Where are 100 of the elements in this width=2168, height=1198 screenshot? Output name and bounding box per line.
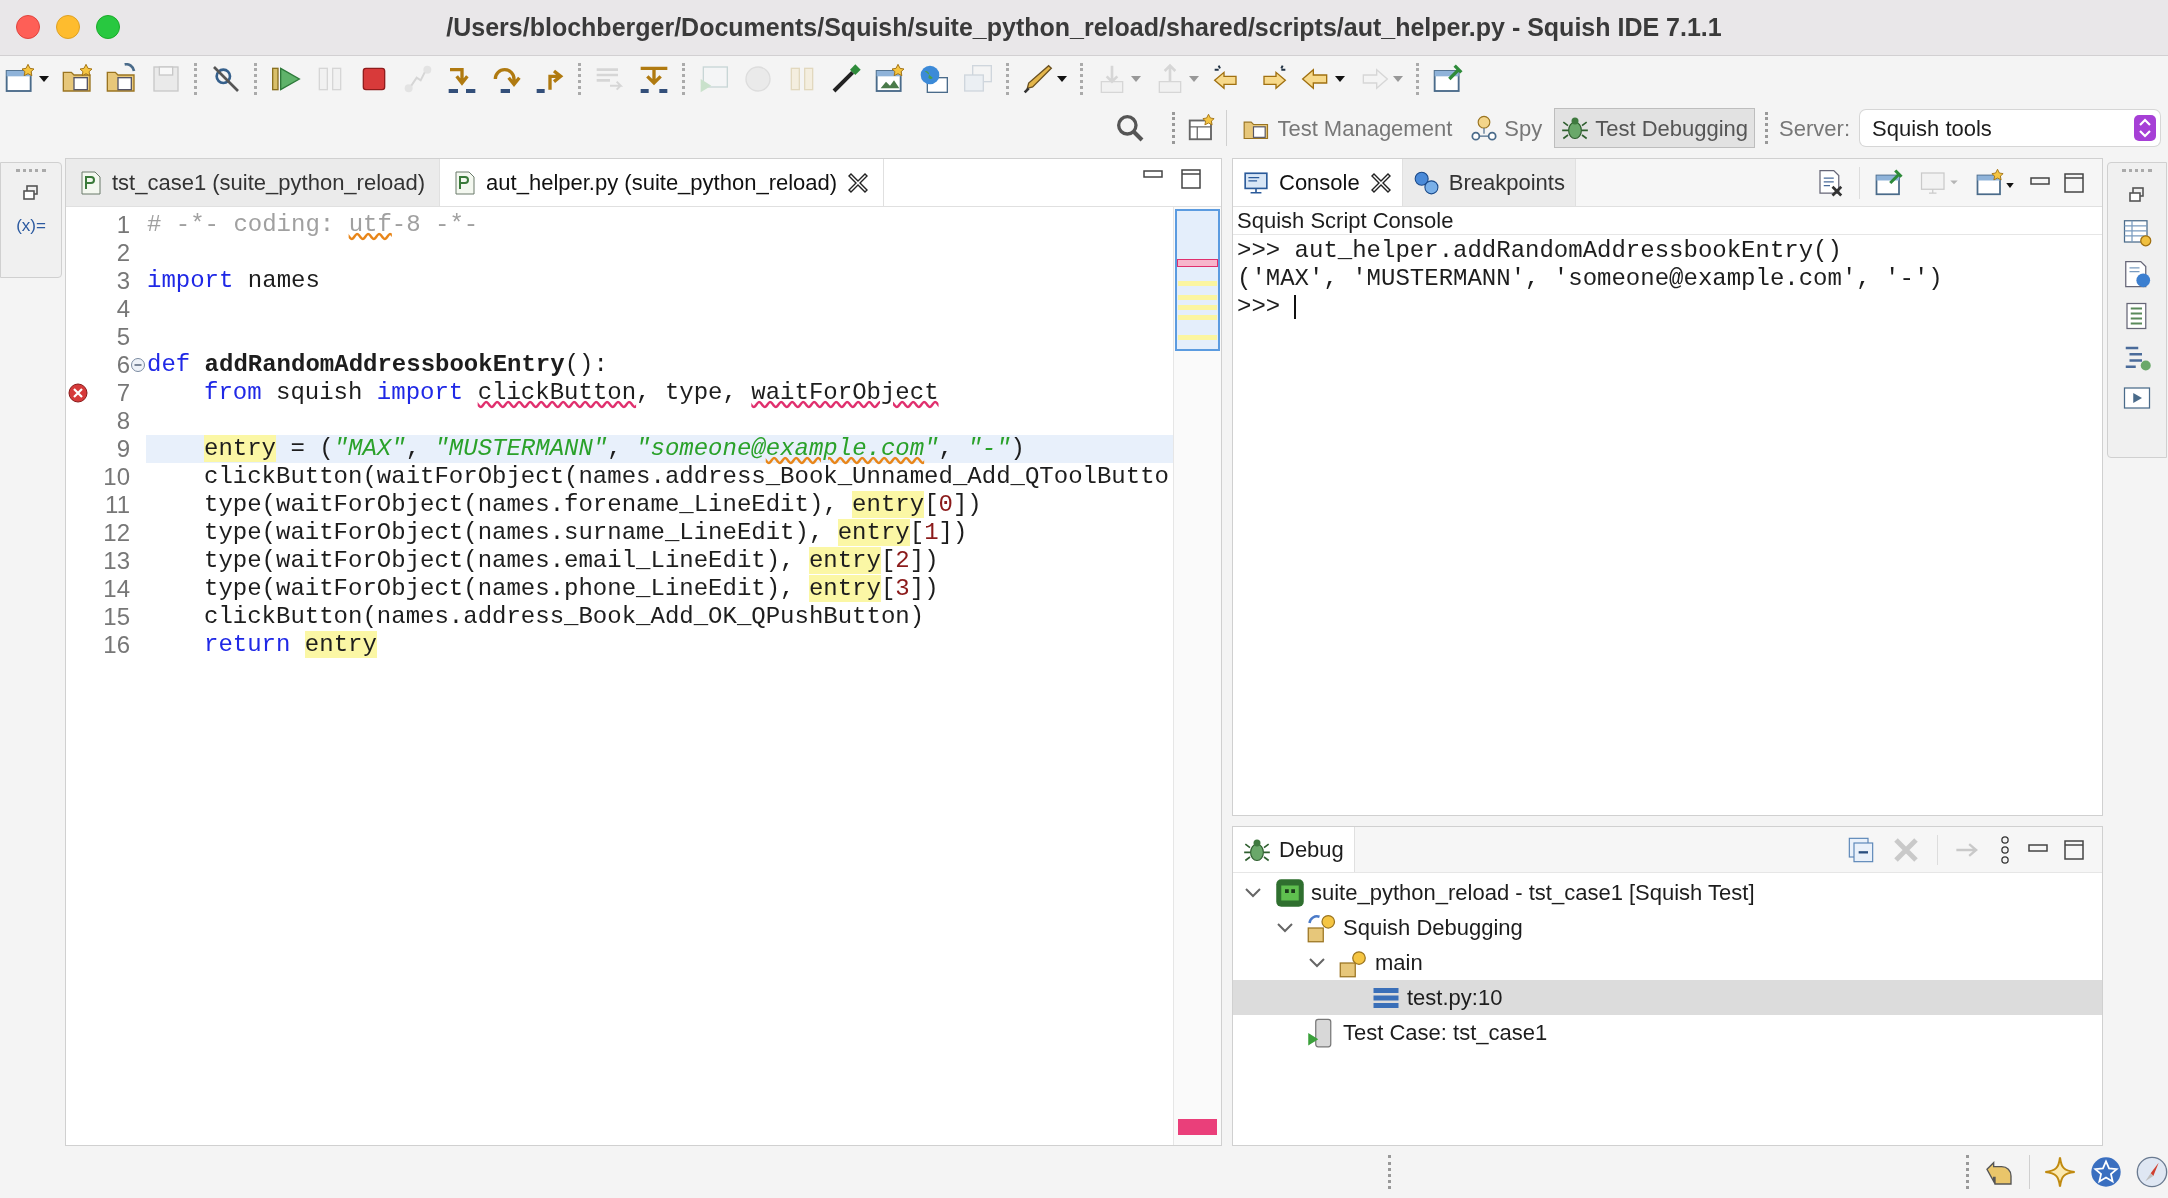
code-line: def addRandomAddressbookEntry(): xyxy=(146,351,609,379)
record-icon xyxy=(742,63,774,95)
save-icon xyxy=(150,63,182,95)
error-summary-mark xyxy=(1178,1119,1217,1135)
toolbar-grip xyxy=(194,63,198,95)
monitor-icon xyxy=(1243,169,1269,196)
line-number: 14 xyxy=(103,575,130,603)
line-number: 2 xyxy=(116,239,130,267)
dropdown-caret-icon xyxy=(1188,74,1200,84)
code-line: from squish import clickButton, type, waitForObject xyxy=(203,379,940,407)
console-tab[interactable]: Breakpoints xyxy=(1402,159,1576,206)
document-view-icon[interactable] xyxy=(2122,259,2152,289)
code-line: type(waitForObject(names.surname_LineEdit), entry[1]) xyxy=(203,519,969,547)
windows-icon xyxy=(962,63,994,95)
occurrence-mark xyxy=(1178,315,1217,320)
new-image-icon xyxy=(874,63,906,95)
text-cursor xyxy=(1294,295,1297,319)
toolbar-button[interactable] xyxy=(830,63,862,95)
server-select[interactable]: Squish tools xyxy=(1860,110,2160,146)
occurrence-mark xyxy=(1178,305,1217,310)
occurrence-mark xyxy=(1178,281,1217,286)
occurrence-mark xyxy=(1178,335,1217,340)
console-title: Squish Script Console xyxy=(1233,207,2102,235)
toolbar-button[interactable] xyxy=(1022,63,1068,95)
code-line: clickButton(waitForObject(names.address_Book_Unnamed_Add_QToolButto xyxy=(203,463,1170,491)
dropdown-caret-icon xyxy=(1392,74,1404,84)
toolbar-grip xyxy=(2122,169,2152,173)
tree-item[interactable]: test.py:10 xyxy=(1233,980,2102,1015)
select-arrows-icon xyxy=(2134,115,2156,141)
console-output[interactable]: >>> aut_helper.addRandomAddressbookEntry() ('MAX', 'MUSTERMANN', 'someone@example.com', '-') >>> xyxy=(1233,235,2102,815)
pin-window-icon[interactable] xyxy=(1874,167,1904,198)
more-options-icon[interactable] xyxy=(1998,834,2012,865)
maximize-icon[interactable] xyxy=(2064,172,2084,193)
maximize-icon[interactable] xyxy=(1181,169,1201,189)
perspective-button[interactable]: Test Management xyxy=(1237,108,1459,148)
tree-item[interactable]: suite_python_reload - tst_case1 [Squish Test] xyxy=(1233,875,2102,910)
toolbar-grip xyxy=(1416,63,1420,95)
toolbar-button[interactable] xyxy=(62,63,94,95)
tree-item[interactable]: Test Case: tst_case1 xyxy=(1233,1015,2102,1050)
code-line: return entry xyxy=(203,631,378,659)
maximize-icon[interactable] xyxy=(2064,839,2084,860)
collapse-all-icon[interactable] xyxy=(1847,835,1875,864)
close-window-button[interactable] xyxy=(16,15,40,39)
code-line: type(waitForObject(names.forename_LineEdit), entry[0]) xyxy=(203,491,983,519)
code-line: type(waitForObject(names.email_LineEdit), entry[2]) xyxy=(203,547,940,575)
close-icon[interactable] xyxy=(847,171,870,194)
line-number: 3 xyxy=(116,267,130,295)
window-title: /Users/blochberger/Documents/Squish/suite_python_reload/shared/scripts/aut_helper.py - Squish IDE 7.1.1 xyxy=(446,11,1722,43)
line-number: 4 xyxy=(116,295,130,323)
toolbar-grip xyxy=(578,63,582,95)
line-number: 1 xyxy=(116,211,130,239)
open-perspective-icon[interactable] xyxy=(1186,113,1217,143)
line-number: 6 xyxy=(116,351,130,379)
code-line: # -*- coding: utf-8 -*- xyxy=(146,211,480,239)
code-line: import names xyxy=(146,267,321,295)
toolbar-grip xyxy=(1080,63,1084,95)
occurrence-mark xyxy=(1178,295,1217,300)
sparkle-icon[interactable] xyxy=(2044,1156,2076,1188)
new-folder-icon xyxy=(62,63,94,95)
line-number: 15 xyxy=(103,603,130,631)
error-mark xyxy=(1177,259,1218,267)
star-badge-icon[interactable] xyxy=(2090,1156,2122,1188)
play-view-icon[interactable] xyxy=(2122,385,2152,411)
dropdown-caret-icon xyxy=(1130,74,1142,84)
line-number: 12 xyxy=(103,519,130,547)
pen-icon xyxy=(1022,63,1054,95)
toolbar-grip xyxy=(1388,1155,1392,1189)
code-line: type(waitForObject(names.phone_LineEdit), entry[3]) xyxy=(203,575,940,603)
perspective-button[interactable]: Test Debugging xyxy=(1554,108,1756,148)
globe-icon xyxy=(918,63,950,95)
spy-icon xyxy=(1470,114,1499,142)
dropdown-caret-icon xyxy=(38,74,50,84)
close-icon[interactable] xyxy=(1369,171,1392,194)
line-number: 11 xyxy=(105,491,130,519)
console-tab[interactable]: Console xyxy=(1233,159,1403,206)
toolbar-grip xyxy=(682,63,686,95)
new-console-icon[interactable] xyxy=(1974,167,2016,198)
table-view-icon[interactable] xyxy=(2122,217,2152,247)
code-line: clickButton(names.address_Book_Add_OK_QPushButton) xyxy=(203,603,926,631)
compass-icon[interactable] xyxy=(2136,1156,2168,1188)
restore-icon[interactable] xyxy=(2127,185,2147,205)
line-number: 8 xyxy=(116,407,130,435)
debug-tab[interactable]: Debug xyxy=(1233,827,1355,872)
tree-item[interactable]: Squish Debugging xyxy=(1233,910,2102,945)
python-file-icon xyxy=(80,170,102,195)
toolbar-grip xyxy=(1006,63,1010,95)
dropdown-caret-icon xyxy=(1056,74,1068,84)
editor-tab[interactable]: tst_case1 (suite_python_reload) xyxy=(66,159,441,206)
breakpoints-icon xyxy=(1412,169,1439,196)
restore-icon[interactable] xyxy=(21,183,41,203)
disconnect-icon xyxy=(402,63,434,95)
variables-view-button[interactable]: (x)= xyxy=(16,213,46,239)
line-number: 10 xyxy=(103,463,130,491)
toolbar-grip xyxy=(16,169,46,173)
toolbar-grip xyxy=(254,63,258,95)
fold-toggle-icon[interactable] xyxy=(130,357,146,373)
tree-item[interactable]: main xyxy=(1233,945,2102,980)
perspective-button[interactable]: Spy xyxy=(1464,108,1549,148)
open-folder-icon xyxy=(106,63,138,95)
toolbar-button[interactable] xyxy=(106,63,138,95)
